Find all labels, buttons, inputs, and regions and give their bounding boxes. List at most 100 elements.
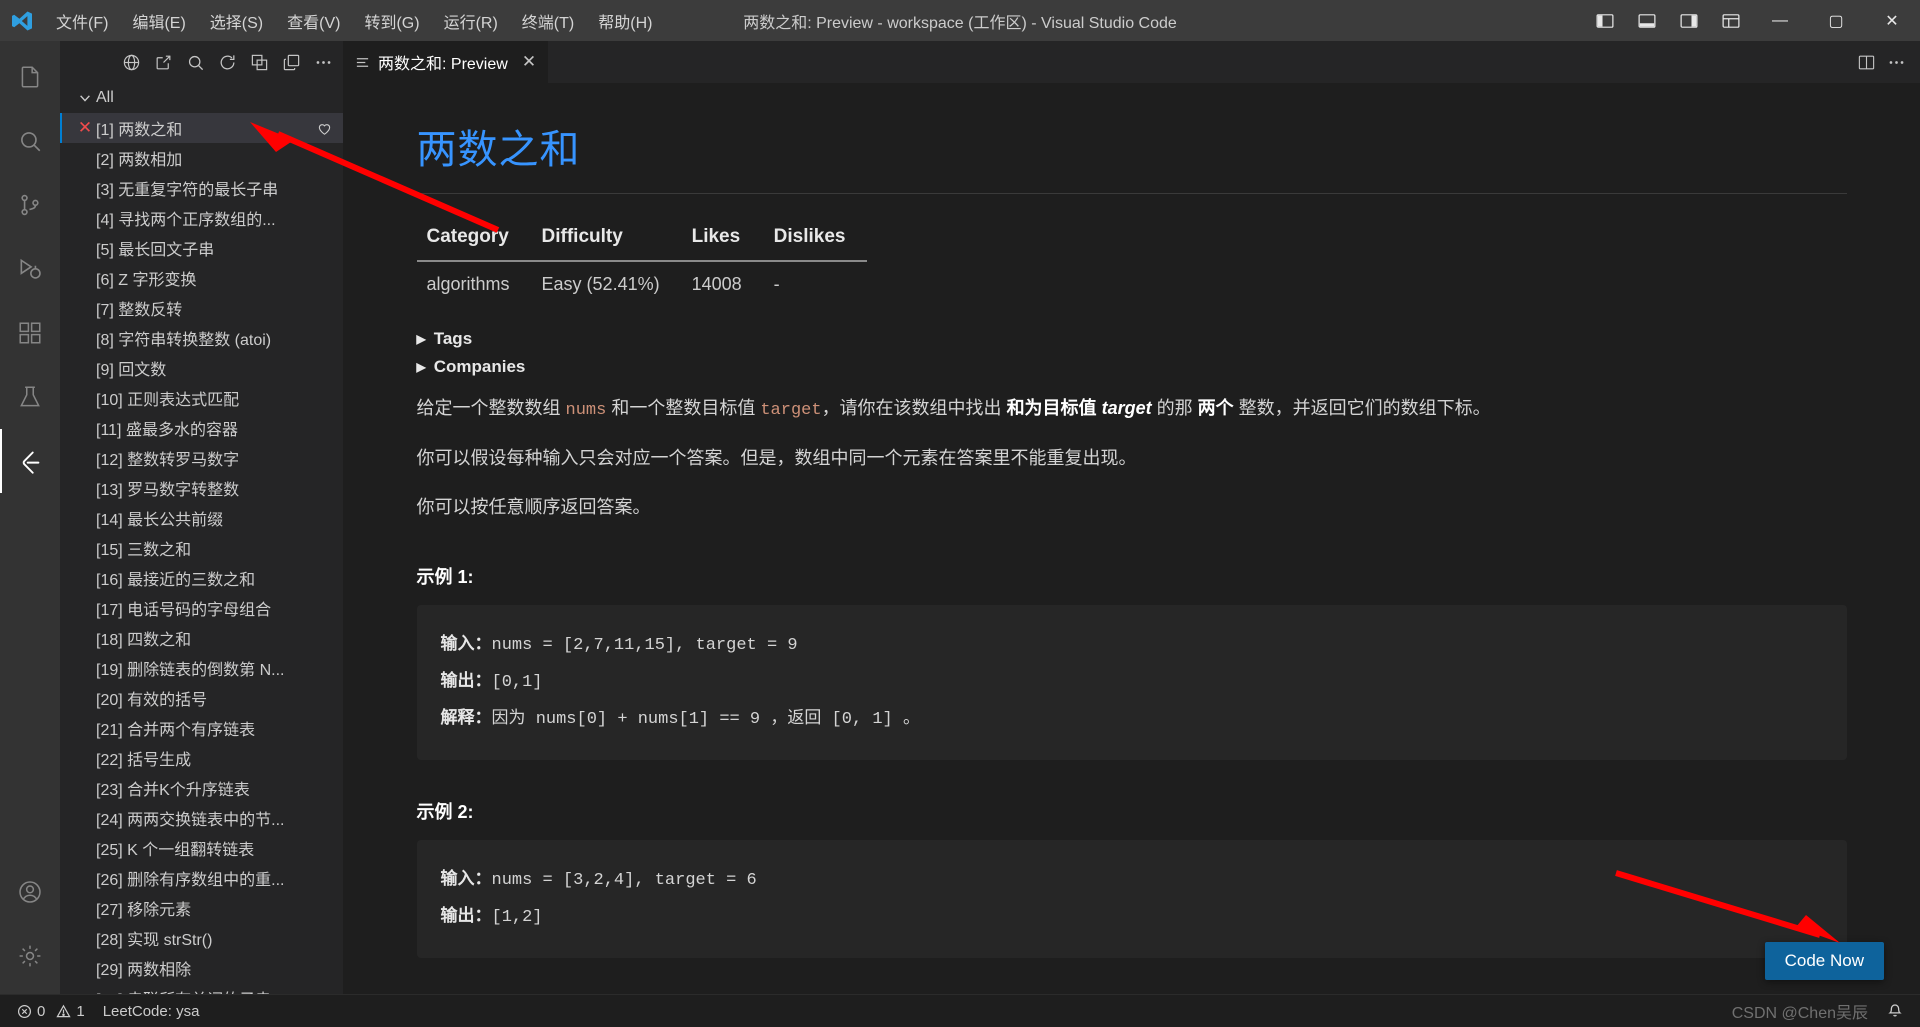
refresh-icon[interactable] (213, 48, 241, 76)
link-external-icon[interactable] (149, 48, 177, 76)
problem-list-item[interactable]: [29] 两数相除 (60, 953, 343, 983)
editor-more-actions-icon[interactable] (1882, 48, 1910, 76)
activity-leetcode-icon[interactable] (0, 429, 60, 493)
close-button[interactable]: ✕ (1864, 0, 1920, 41)
activity-manage-gear-icon[interactable] (0, 924, 60, 988)
problem-list-item-label: [23] 合并K个升序链表 (96, 782, 250, 799)
code-now-button[interactable]: Code Now (1764, 942, 1884, 980)
problem-list-item[interactable]: [8] 字符串转换整数 (atoi) (60, 323, 343, 353)
problem-list-item[interactable]: [3] 无重复字符的最长子串 (60, 173, 343, 203)
problem-list-item[interactable]: [11] 盛最多水的容器 (60, 413, 343, 443)
problem-list-item-label: [2] 两数相加 (96, 152, 183, 169)
menu-view[interactable]: 查看(V) (275, 5, 352, 37)
globe-icon[interactable] (117, 48, 145, 76)
menu-run[interactable]: 运行(R) (432, 5, 510, 37)
activity-run-debug-icon[interactable] (0, 237, 60, 301)
problem-list-item[interactable]: [25] K 个一组翻转链表 (60, 833, 343, 863)
activity-search-icon[interactable] (0, 109, 60, 173)
status-bar-right: CSDN @Chen吴辰 (1732, 999, 1912, 1023)
problem-list-item[interactable]: [27] 移除元素 (60, 893, 343, 923)
problem-list-item[interactable]: [21] 合并两个有序链表 (60, 713, 343, 743)
minimize-button[interactable]: — (1752, 0, 1808, 41)
menu-selection[interactable]: 选择(S) (198, 5, 275, 37)
activity-testing-icon[interactable] (0, 365, 60, 429)
collapsible-sections: ▶ Tags ▶ Companies (417, 329, 1847, 377)
example-heading: 示例 1: (416, 567, 474, 588)
toggle-primary-sidebar-icon[interactable] (1584, 0, 1626, 41)
problem-list-item[interactable]: [18] 四数之和 (60, 623, 343, 653)
description-paragraph: 你可以假设每种输入只会对应一个答案。但是，数组中同一个元素在答案里不能重复出现。 (417, 441, 1847, 476)
problem-list-item[interactable]: [19] 删除链表的倒数第 N... (60, 653, 343, 683)
code-line: 输入：nums = [3,2,4], target = 6 (441, 862, 1823, 899)
problem-list-item[interactable]: [2] 两数相加 (60, 143, 343, 173)
problem-list-item[interactable]: [12] 整数转罗马数字 (60, 443, 343, 473)
toggle-secondary-sidebar-icon[interactable] (1668, 0, 1710, 41)
problem-list-item[interactable]: [15] 三数之和 (60, 533, 343, 563)
collapsible-companies[interactable]: ▶ Companies (417, 357, 1847, 377)
code-line-label: 输入： (440, 868, 492, 888)
problem-list-item[interactable]: [28] 实现 strStr() (60, 923, 343, 953)
activity-extensions-icon[interactable] (0, 301, 60, 365)
menu-go[interactable]: 转到(G) (352, 5, 431, 37)
problem-list-item[interactable]: [7] 整数反转 (60, 293, 343, 323)
problem-list-item[interactable]: [22] 括号生成 (60, 743, 343, 773)
copy-icon[interactable] (277, 48, 305, 76)
problem-list-item[interactable]: [23] 合并K个升序链表 (60, 773, 343, 803)
page-title: 两数之和 (416, 117, 1847, 194)
activity-explorer-icon[interactable] (0, 45, 60, 109)
status-bell-icon[interactable] (1878, 1003, 1912, 1019)
text-run: target (1101, 398, 1152, 418)
problem-list-item[interactable]: [24] 两两交换链表中的节... (60, 803, 343, 833)
tab-two-sum-preview[interactable]: 两数之和: Preview ✕ (343, 41, 550, 83)
problem-list-item-label: [12] 整数转罗马数字 (96, 452, 240, 469)
menu-file[interactable]: 文件(F) (44, 5, 120, 37)
menu-terminal[interactable]: 终端(T) (510, 5, 586, 37)
problem-list-item[interactable]: [14] 最长公共前缀 (60, 503, 343, 533)
status-bar: 0 1 LeetCode: ysa CSDN @Chen吴辰 (0, 994, 1920, 1027)
problem-list-item[interactable]: [16] 最接近的三数之和 (60, 563, 343, 593)
problem-list-item[interactable]: [4] 寻找两个正序数组的... (60, 203, 343, 233)
problem-list-item[interactable]: [17] 电话号码的字母组合 (60, 593, 343, 623)
problem-preview[interactable]: 两数之和 Category Difficulty Likes Dislikes alg… (343, 83, 1920, 994)
triangle-right-icon: ▶ (416, 332, 426, 346)
customize-layout-icon[interactable] (1710, 0, 1752, 41)
problem-list-item[interactable]: [10] 正则表达式匹配 (60, 383, 343, 413)
menu-help[interactable]: 帮助(H) (586, 5, 664, 37)
problem-list-item[interactable]: ✕ [1] 两数之和 (60, 113, 343, 143)
problem-list-item-label: [8] 字符串转换整数 (atoi) (96, 332, 272, 349)
status-leetcode-user[interactable]: LeetCode: ysa (94, 995, 209, 1027)
menu-edit[interactable]: 编辑(E) (120, 5, 197, 37)
favorite-heart-icon[interactable] (316, 120, 333, 137)
warning-triangle-icon (56, 1004, 71, 1019)
collapse-all-icon[interactable] (245, 48, 273, 76)
split-editor-icon[interactable] (1852, 48, 1880, 76)
code-line-value: nums = [3,2,4], target = 6 (491, 870, 757, 890)
search-icon[interactable] (181, 48, 209, 76)
tree-root-all[interactable]: All (60, 83, 343, 113)
toggle-panel-icon[interactable] (1626, 0, 1668, 41)
status-problems[interactable]: 0 1 (8, 995, 94, 1027)
problem-list-item-label: [16] 最接近的三数之和 (96, 572, 256, 589)
ellipsis-icon[interactable] (309, 48, 337, 76)
maximize-button[interactable]: ▢ (1808, 0, 1864, 41)
problem-list-item[interactable]: [6] Z 字形变换 (60, 263, 343, 293)
menu-bar: 文件(F) 编辑(E) 选择(S) 查看(V) 转到(G) 运行(R) 终端(T… (44, 5, 664, 37)
problem-list[interactable]: ✕ [1] 两数之和 [2] 两数相加 [3] 无重复字符的最长子串 [4] 寻找两个正… (60, 113, 343, 994)
activity-source-control-icon[interactable] (0, 173, 60, 237)
problem-list-item[interactable]: [26] 删除有序数组中的重... (60, 863, 343, 893)
problem-list-item[interactable]: [5] 最长回文子串 (60, 233, 343, 263)
tab-close-icon[interactable]: ✕ (522, 52, 536, 72)
example-heading: 示例 2: (416, 801, 474, 822)
problem-list-item[interactable]: [9] 回文数 (60, 353, 343, 383)
problem-list-item[interactable]: [30] 串联所有单词的子串 (60, 983, 343, 994)
inline-code: nums (565, 401, 607, 420)
problem-list-item[interactable]: [20] 有效的括号 (60, 683, 343, 713)
bold-text: 和为目标值 (1006, 398, 1102, 418)
problem-list-item-label: [10] 正则表达式匹配 (96, 392, 240, 409)
activity-accounts-icon[interactable] (0, 860, 60, 924)
problem-list-item[interactable]: [13] 罗马数字转整数 (60, 473, 343, 503)
editor-area: 两数之和: Preview ✕ 两数之和 Category Difficulty… (343, 41, 1920, 994)
problem-list-item-label: [19] 删除链表的倒数第 N... (96, 662, 285, 679)
problem-list-item-label: [24] 两两交换链表中的节... (96, 812, 285, 829)
collapsible-tags[interactable]: ▶ Tags (417, 329, 1847, 349)
